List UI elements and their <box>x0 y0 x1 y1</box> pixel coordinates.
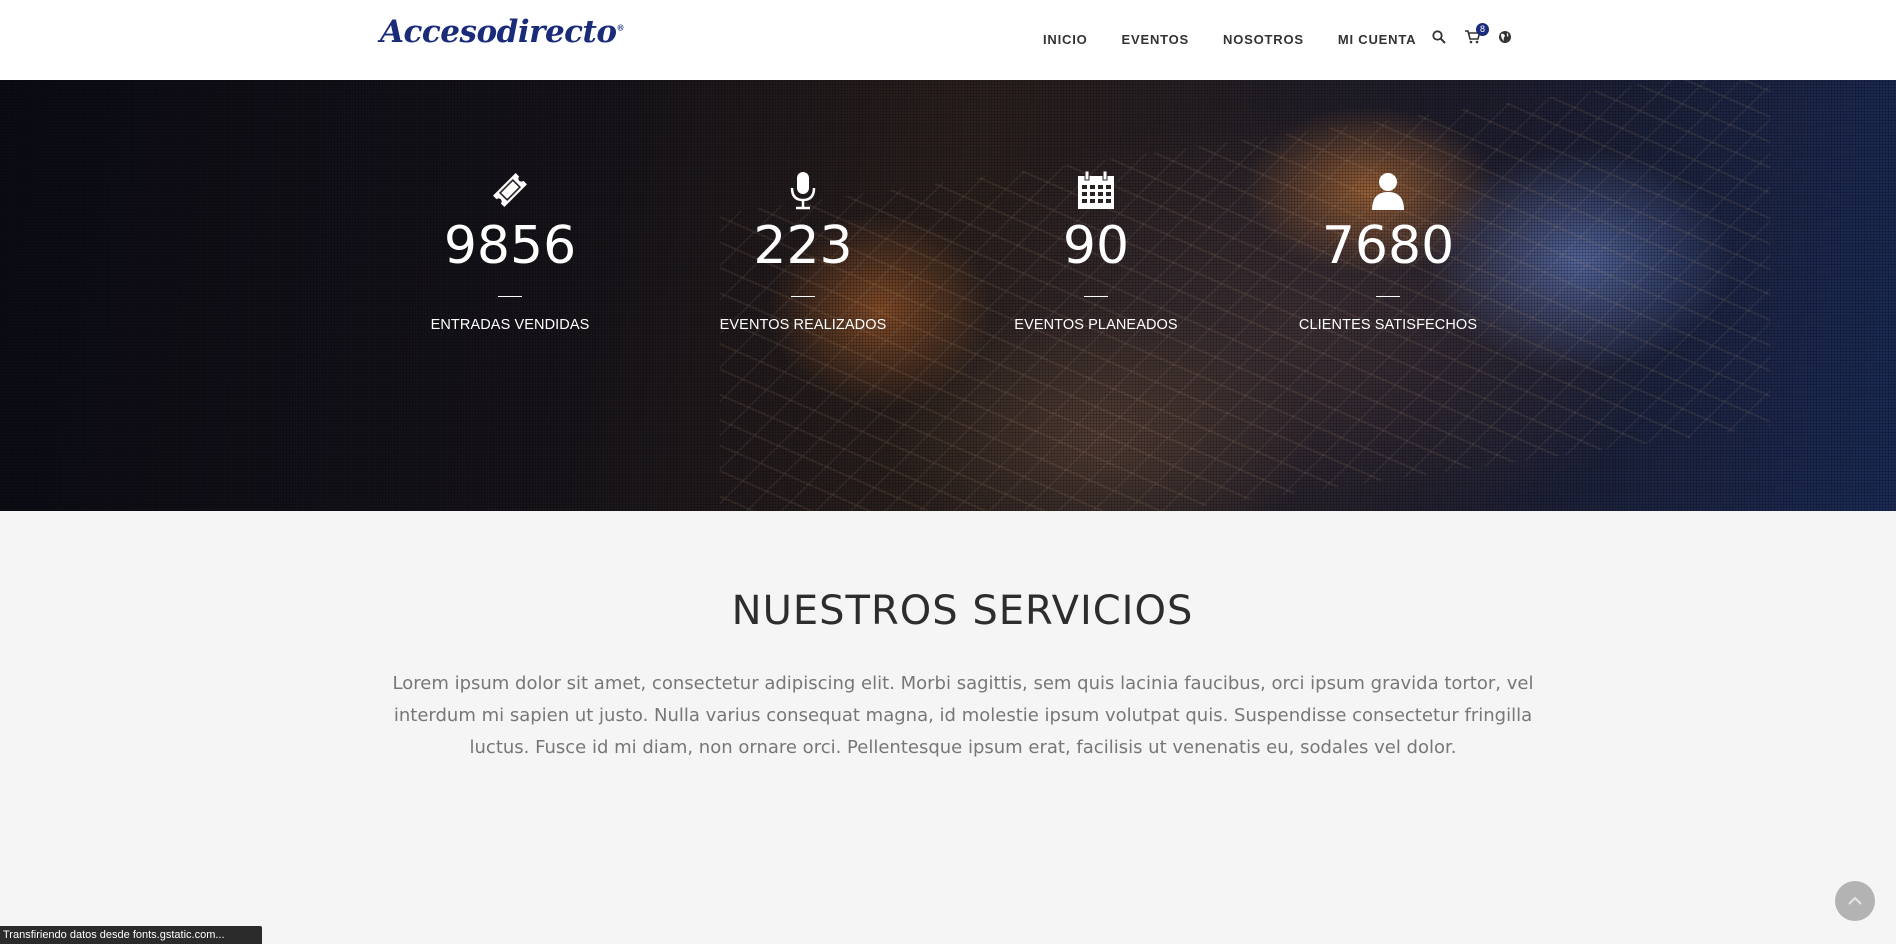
stat-label: ENTRADAS VENDIDAS <box>430 317 590 333</box>
stat-events-planned: 90 EVENTOS PLANEADOS <box>986 168 1206 333</box>
stat-label: EVENTOS REALIZADOS <box>719 317 887 333</box>
registered-mark: ® <box>616 22 625 33</box>
nav-item-inicio[interactable]: INICIO <box>1043 32 1088 47</box>
cart-icon[interactable]: 8 <box>1463 23 1489 46</box>
scroll-to-top-button[interactable] <box>1835 881 1875 921</box>
logo-text: Accesodirecto <box>380 14 617 50</box>
stat-divider <box>791 296 815 297</box>
ticket-icon <box>493 173 527 207</box>
microphone-icon <box>790 172 816 210</box>
stat-happy-clients: 7680 CLIENTES SATISFECHOS <box>1278 168 1498 333</box>
user-icon <box>1372 173 1404 210</box>
cart-count-badge: 8 <box>1476 23 1489 36</box>
nav-item-nosotros[interactable]: NOSOTROS <box>1223 32 1304 47</box>
stat-number: 9856 <box>443 216 577 276</box>
calendar-icon <box>1078 170 1114 209</box>
header-icons: 8 <box>1430 23 1529 46</box>
browser-status-bar: Transfiriendo datos desde fonts.gstatic.… <box>0 926 262 944</box>
globe-icon[interactable] <box>1496 28 1514 46</box>
hero-overlay <box>0 80 1896 511</box>
stat-divider <box>498 296 522 297</box>
stat-number: 90 <box>1062 216 1130 276</box>
nav-item-mi-cuenta[interactable]: MI CUENTA <box>1338 32 1416 47</box>
chevron-up-icon <box>1848 896 1862 905</box>
site-header: Accesodirecto® INICIO EVENTOS NOSOTROS M… <box>0 0 1896 80</box>
search-icon[interactable] <box>1430 28 1448 46</box>
stat-number: 223 <box>753 216 853 276</box>
services-description: Lorem ipsum dolor sit amet, consectetur … <box>392 673 1534 758</box>
main-nav: INICIO EVENTOS NOSOTROS MI CUENTA <box>1043 32 1450 47</box>
stats-hero: 9856 ENTRADAS VENDIDAS 223 EVENTOS REALI… <box>0 80 1896 511</box>
stat-label: CLIENTES SATISFECHOS <box>1298 317 1478 333</box>
stat-tickets-sold: 9856 ENTRADAS VENDIDAS <box>400 168 620 333</box>
stat-divider <box>1376 296 1400 297</box>
stat-number: 7680 <box>1321 216 1455 276</box>
stat-events-held: 223 EVENTOS REALIZADOS <box>693 168 913 333</box>
nav-item-eventos[interactable]: EVENTOS <box>1122 32 1190 47</box>
stat-label: EVENTOS PLANEADOS <box>1014 317 1178 333</box>
services-title: NUESTROS SERVICIOS <box>731 588 1194 634</box>
logo[interactable]: Accesodirecto® <box>380 14 625 50</box>
stat-divider <box>1084 296 1108 297</box>
